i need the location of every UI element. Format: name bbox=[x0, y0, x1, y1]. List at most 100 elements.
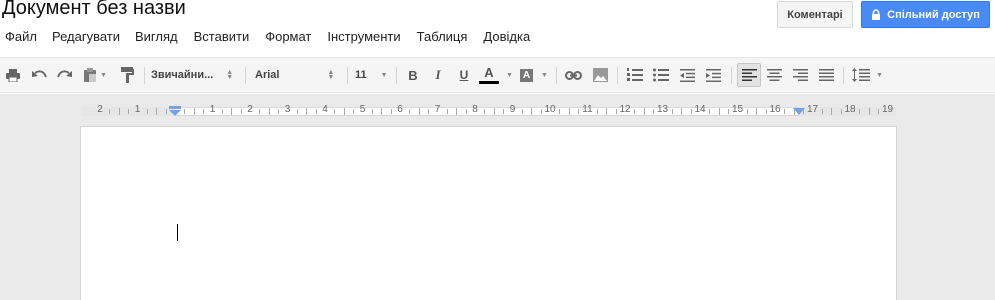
ruler-label: 10 bbox=[544, 104, 556, 115]
comments-button-label: Коментарі bbox=[787, 8, 843, 21]
ruler-label: 6 bbox=[397, 104, 403, 115]
share-button[interactable]: Спільний доступ bbox=[861, 1, 990, 28]
paint-format-button[interactable] bbox=[117, 58, 137, 92]
right-indent-marker[interactable] bbox=[793, 108, 805, 115]
ruler-label: 16 bbox=[769, 104, 781, 115]
line-spacing-button[interactable]: ▼ bbox=[852, 58, 886, 92]
ruler-label: 3 bbox=[284, 104, 291, 115]
ruler-tick bbox=[306, 108, 308, 115]
insert-image-button[interactable] bbox=[590, 58, 610, 92]
toolbar-separator bbox=[843, 67, 844, 84]
document-page[interactable] bbox=[80, 126, 897, 300]
ruler-tick bbox=[118, 108, 120, 115]
first-line-indent-marker[interactable] bbox=[169, 106, 181, 116]
font-family-select[interactable]: Arial ▲ ▼ bbox=[255, 58, 341, 92]
paint-format-icon bbox=[121, 67, 134, 83]
ruler-tick bbox=[643, 108, 645, 115]
justify-button[interactable] bbox=[816, 58, 836, 92]
paragraph-style-select[interactable]: Звичайни... ▲ ▼ bbox=[151, 58, 239, 92]
menu-file[interactable]: Файл bbox=[0, 28, 37, 46]
ruler-tick bbox=[868, 108, 870, 115]
menu-tools[interactable]: Інструменти bbox=[322, 28, 400, 46]
toolbar: ▼ Звичайни... ▲ ▼ Arial ▲ ▼ 11 ▼ B I U A… bbox=[0, 57, 995, 93]
toolbar-separator bbox=[396, 67, 397, 84]
align-center-button[interactable] bbox=[764, 58, 784, 92]
align-left-icon bbox=[741, 69, 757, 81]
menu-format[interactable]: Формат bbox=[260, 28, 311, 46]
text-color-button[interactable]: A ▼ bbox=[478, 58, 514, 92]
menu-table[interactable]: Таблиця bbox=[412, 28, 468, 46]
menu-view[interactable]: Вигляд bbox=[130, 28, 178, 46]
undo-button[interactable] bbox=[29, 58, 49, 92]
image-icon bbox=[592, 68, 608, 82]
ruler-tick bbox=[681, 108, 683, 115]
toolbar-separator bbox=[245, 67, 246, 84]
chevron-down-icon: ▼ bbox=[100, 71, 107, 79]
ruler-tick bbox=[418, 108, 420, 115]
numbered-list-icon bbox=[627, 68, 643, 81]
ruler-tick bbox=[165, 109, 167, 114]
decrease-indent-button[interactable] bbox=[677, 58, 697, 92]
align-right-button[interactable] bbox=[790, 58, 810, 92]
ruler-label: 13 bbox=[656, 104, 669, 115]
ruler-tick bbox=[709, 109, 711, 114]
paste-format-icon bbox=[84, 68, 97, 82]
underline-button[interactable]: U bbox=[454, 58, 474, 92]
bold-button[interactable]: B bbox=[403, 58, 423, 92]
ruler-label: 1 bbox=[134, 104, 141, 115]
ruler-tick bbox=[146, 109, 148, 114]
highlight-color-icon: A bbox=[520, 68, 533, 82]
select-arrows-icon: ▲ ▼ bbox=[226, 69, 234, 81]
ruler-tick bbox=[756, 108, 758, 115]
comments-button[interactable]: Коментарі bbox=[777, 1, 853, 28]
paste-format-button[interactable]: ▼ bbox=[80, 58, 110, 92]
bulleted-list-icon bbox=[653, 68, 669, 82]
highlight-color-button[interactable]: A ▼ bbox=[517, 58, 551, 92]
numbered-list-button[interactable] bbox=[625, 58, 645, 92]
chevron-down-icon: ▼ bbox=[541, 71, 548, 79]
print-button[interactable] bbox=[3, 58, 23, 92]
ruler-tick bbox=[156, 108, 158, 115]
ruler-tick bbox=[784, 109, 786, 114]
insert-link-button[interactable] bbox=[563, 58, 583, 92]
ruler-label: 2 bbox=[247, 104, 253, 115]
ruler-tick bbox=[296, 109, 298, 114]
align-left-button[interactable] bbox=[737, 63, 761, 87]
chevron-down-icon: ▼ bbox=[876, 71, 883, 79]
ruler-tick bbox=[606, 108, 608, 115]
text-color-swatch bbox=[479, 81, 499, 84]
ruler-label: 14 bbox=[694, 104, 706, 115]
ruler-tick bbox=[221, 109, 223, 114]
ruler-tick bbox=[268, 108, 270, 115]
menu-help[interactable]: Довідка bbox=[478, 28, 530, 46]
decrease-indent-icon bbox=[679, 68, 695, 82]
paragraph-style-value: Звичайни... bbox=[151, 69, 214, 81]
horizontal-ruler[interactable]: 2 1 1 2 3 4 5 6 7 8 9 10 11 12 13 14 15 16 17 18 19 bbox=[81, 103, 896, 120]
toolbar-separator bbox=[617, 67, 618, 84]
ruler-tick bbox=[193, 108, 195, 115]
font-size-select[interactable]: 11 ▼ bbox=[355, 58, 391, 92]
ruler-tick bbox=[381, 108, 383, 115]
ruler-label: 7 bbox=[434, 104, 441, 115]
text-cursor bbox=[177, 224, 178, 241]
toolbar-separator bbox=[144, 67, 145, 84]
bulleted-list-button[interactable] bbox=[651, 58, 671, 92]
ruler-tick bbox=[596, 109, 598, 114]
share-button-label: Спільний доступ bbox=[887, 8, 980, 21]
ruler-tick bbox=[231, 108, 233, 115]
select-arrows-icon: ▲ ▼ bbox=[327, 69, 335, 81]
italic-button[interactable]: I bbox=[428, 58, 448, 92]
increase-indent-button[interactable] bbox=[703, 58, 723, 92]
document-title[interactable]: Документ без назви bbox=[2, 0, 186, 20]
ruler-tick bbox=[634, 109, 636, 114]
text-color-icon: A bbox=[484, 65, 494, 80]
ruler-label: 12 bbox=[619, 104, 631, 115]
ruler-tick bbox=[259, 109, 261, 114]
chevron-down-icon: ▼ bbox=[506, 71, 513, 79]
toolbar-separator bbox=[347, 67, 348, 84]
ruler-tick bbox=[568, 108, 570, 115]
menu-edit[interactable]: Редагувати bbox=[47, 28, 120, 46]
redo-button[interactable] bbox=[55, 58, 75, 92]
menu-insert[interactable]: Вставити bbox=[189, 28, 250, 46]
lock-icon bbox=[872, 9, 881, 20]
